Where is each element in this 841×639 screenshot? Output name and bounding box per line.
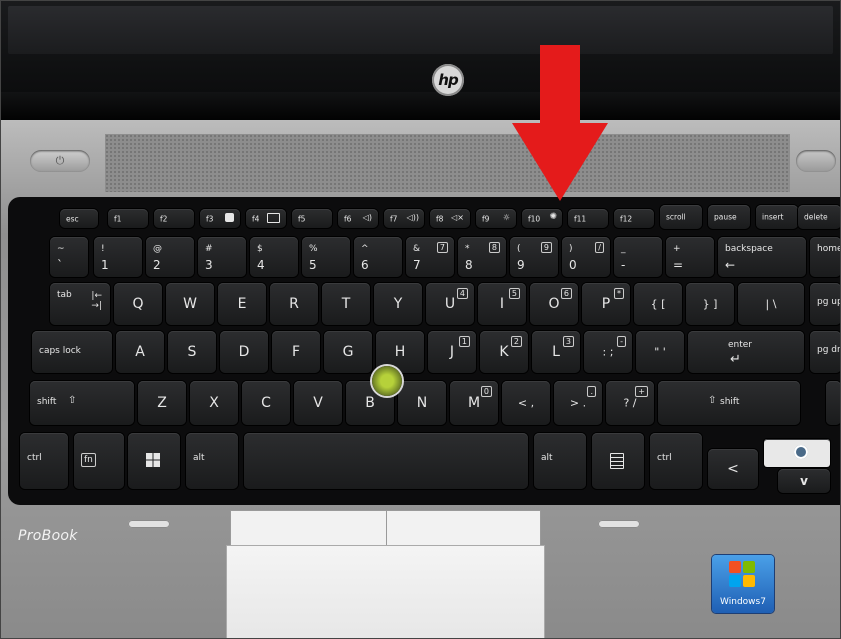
laptop-photo: hp ⏻ esc f1 f2 f3 f4 f5 f6 ◁) f7 ◁)) f8 ◁× …	[0, 0, 841, 639]
photo-frame	[0, 0, 841, 639]
